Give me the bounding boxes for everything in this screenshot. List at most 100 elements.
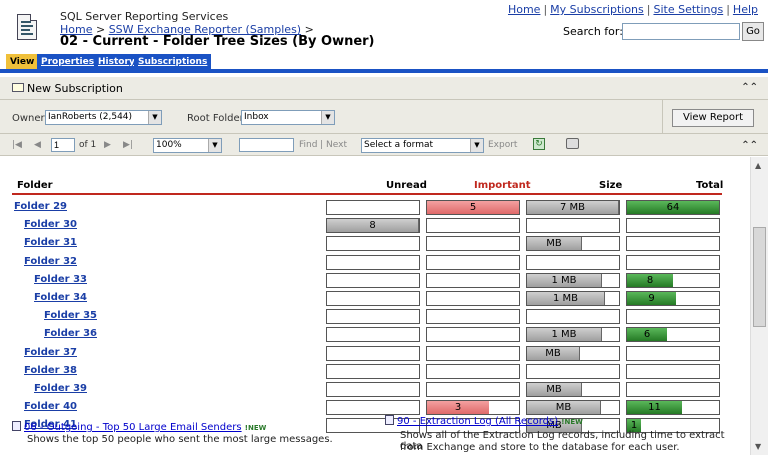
size-cell: MB [526, 345, 620, 361]
important-cell [426, 236, 520, 252]
root-folder-select-value: Inbox [244, 112, 269, 122]
tab-view[interactable]: View [6, 54, 39, 70]
tab-history[interactable]: History [94, 54, 139, 70]
global-links: Home | My Subscriptions | Site Settings | Help [507, 3, 758, 16]
folder-link[interactable]: Folder 39 [34, 383, 87, 394]
important-cell [426, 254, 520, 270]
report-body: Folder Unread Important Size Total Folde… [0, 157, 750, 455]
folder-link[interactable]: Folder 33 [34, 274, 87, 285]
export-link[interactable]: Export [488, 140, 517, 150]
search-label: Search for: [563, 25, 623, 38]
size-cell [526, 254, 620, 270]
important-cell [426, 363, 520, 379]
refresh-icon[interactable]: ↻ [533, 138, 545, 150]
column-header-size: Size [599, 180, 623, 191]
folder-link[interactable]: Folder 36 [44, 328, 97, 339]
folder-link[interactable]: Folder 31 [24, 237, 77, 248]
folder-link[interactable]: Folder 35 [44, 310, 97, 321]
next-link[interactable]: Next [326, 140, 347, 150]
first-page-icon[interactable]: |◀ [12, 140, 22, 150]
collapse-icon[interactable]: ⌃⌃ [741, 82, 758, 93]
folder-link[interactable]: Folder 29 [14, 201, 67, 212]
size-bar: 7 MB [527, 201, 619, 214]
important-cell [426, 382, 520, 397]
important-cell: 5 [426, 200, 520, 215]
total-cell [626, 254, 720, 270]
folder-link[interactable]: Folder 30 [24, 219, 77, 230]
total-bar: 6 [627, 328, 667, 342]
important-bar: 3 [427, 401, 489, 415]
total-bar: 11 [627, 401, 682, 415]
unread-cell [326, 272, 420, 288]
owner-label: Owner [12, 113, 45, 124]
report-icon [12, 421, 21, 431]
help-link[interactable]: Help [733, 3, 758, 16]
my-subscriptions-link[interactable]: My Subscriptions [550, 3, 644, 16]
size-cell [526, 363, 620, 379]
important-bar: 5 [427, 201, 519, 214]
vertical-scrollbar[interactable]: ▲ ▼ [750, 157, 768, 455]
owner-select-value: IanRoberts (2,544) [48, 112, 133, 122]
unread-cell [326, 254, 420, 270]
scroll-up-icon[interactable]: ▲ [755, 161, 761, 170]
report-link[interactable]: 06 - Outgoing - Top 50 Large Email Sende… [24, 422, 242, 433]
previous-page-icon[interactable]: ◀ [34, 140, 41, 150]
important-cell [426, 345, 520, 361]
size-cell: MB [526, 400, 620, 416]
next-page-icon[interactable]: ▶ [104, 140, 111, 150]
column-header-folder: Folder [17, 180, 53, 191]
find-link[interactable]: Find [299, 140, 317, 150]
owner-select[interactable]: IanRoberts (2,544) ▼ [45, 110, 162, 125]
unread-cell [326, 382, 420, 397]
last-page-icon[interactable]: ▶| [123, 140, 133, 150]
find-input[interactable] [239, 138, 294, 152]
parameters-panel: Owner IanRoberts (2,544) ▼ Root Folder I… [0, 100, 768, 134]
scrollbar-thumb[interactable] [753, 227, 766, 327]
home-link[interactable]: Home [508, 3, 540, 16]
tab-properties[interactable]: Properties [37, 54, 99, 70]
scroll-down-icon[interactable]: ▼ [755, 442, 761, 451]
total-cell [626, 218, 720, 234]
root-folder-select[interactable]: Inbox ▼ [241, 110, 335, 125]
chevron-down-icon: ▼ [470, 139, 483, 152]
go-button[interactable]: Go [742, 22, 764, 41]
folder-link[interactable]: Folder 32 [24, 256, 77, 267]
mail-icon [12, 83, 24, 92]
zoom-select[interactable]: 100% ▼ [153, 138, 222, 153]
list-item: 90 - Extraction Log (All Records) !NEW [385, 415, 583, 427]
folder-link[interactable]: Folder 38 [24, 365, 77, 376]
chevron-down-icon: ▼ [321, 111, 334, 124]
collapse-icon[interactable]: ⌃⌃ [741, 140, 758, 151]
column-header-important: Important [474, 180, 531, 191]
print-icon[interactable] [566, 138, 579, 149]
total-cell [626, 236, 720, 252]
total-cell [626, 345, 720, 361]
folder-link[interactable]: Folder 40 [24, 401, 77, 412]
size-cell: MB [526, 382, 620, 397]
page-title: 02 - Current - Folder Tree Sizes (By Own… [60, 34, 375, 49]
folder-link[interactable]: Folder 34 [34, 292, 87, 303]
search-input[interactable] [622, 23, 740, 40]
site-settings-link[interactable]: Site Settings [653, 3, 723, 16]
page-number-input[interactable] [51, 138, 75, 152]
folder-link[interactable]: Folder 37 [24, 347, 77, 358]
export-format-select[interactable]: Select a format ▼ [361, 138, 484, 153]
view-report-button[interactable]: View Report [672, 109, 754, 127]
important-cell [426, 291, 520, 306]
total-cell: 64 [626, 200, 720, 215]
export-format-value: Select a format [364, 140, 434, 150]
important-cell [426, 218, 520, 234]
new-subscription-link[interactable]: New Subscription [27, 82, 123, 95]
new-badge: !NEW [244, 424, 267, 432]
report-link[interactable]: 90 - Extraction Log (All Records) [397, 416, 558, 427]
total-bar: 9 [627, 292, 676, 305]
important-cell [426, 309, 520, 325]
total-cell: 11 [626, 400, 720, 416]
important-cell: 3 [426, 400, 520, 416]
unread-cell [326, 327, 420, 343]
unread-cell [326, 236, 420, 252]
size-bar: 1 MB [527, 292, 605, 305]
total-cell [626, 363, 720, 379]
tab-subscriptions[interactable]: Subscriptions [134, 54, 212, 70]
subscription-bar: New Subscription ⌃⌃ [0, 77, 768, 100]
